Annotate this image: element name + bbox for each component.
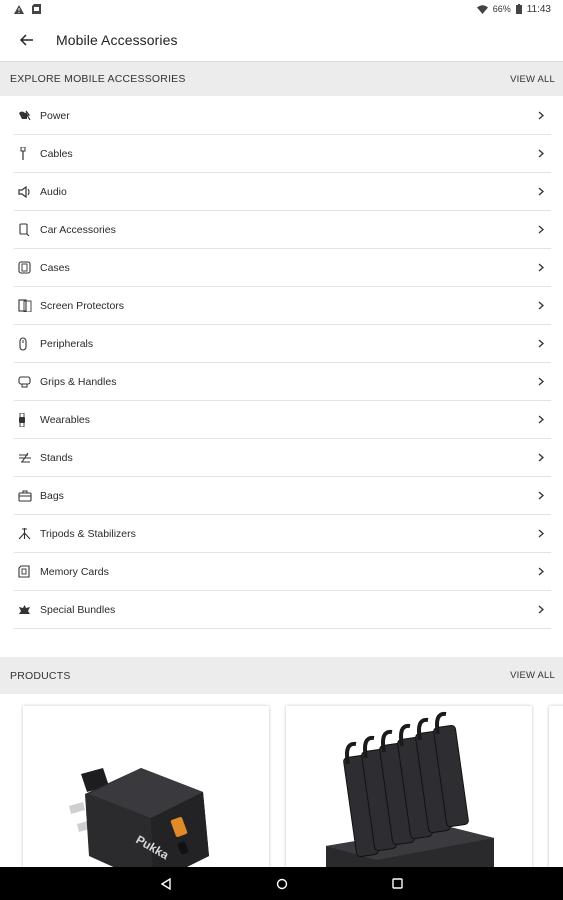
memory-card-icon	[14, 565, 40, 578]
chevron-right-icon	[531, 529, 551, 538]
page-title: Mobile Accessories	[56, 31, 178, 48]
category-label: Power	[40, 109, 70, 122]
nav-recents-button[interactable]	[386, 872, 410, 896]
chevron-right-icon	[531, 605, 551, 614]
products-section-header: PRODUCTS VIEW ALL	[0, 657, 563, 694]
chevron-right-icon	[531, 225, 551, 234]
category-item-special-bundles[interactable]: Special Bundles	[14, 591, 551, 629]
products-view-all-link[interactable]: VIEW ALL	[510, 670, 555, 681]
category-item-bags[interactable]: Bags	[14, 477, 551, 515]
cable-icon	[14, 147, 40, 160]
audio-icon	[14, 185, 40, 198]
category-label: Special Bundles	[40, 603, 116, 616]
nav-back-button[interactable]	[154, 872, 178, 896]
category-label: Bags	[40, 489, 64, 502]
nav-home-button[interactable]	[270, 872, 294, 896]
category-label: Stands	[40, 451, 73, 464]
case-icon	[14, 261, 40, 274]
product-card[interactable]	[286, 706, 532, 868]
power-bank-dock-image	[326, 711, 494, 868]
power-icon	[14, 110, 40, 122]
chevron-right-icon	[531, 377, 551, 386]
chevron-right-icon	[531, 111, 551, 120]
home-nav-icon	[276, 878, 287, 889]
status-system: 66% 11:43	[476, 3, 551, 15]
bundle-icon	[14, 604, 40, 616]
chevron-right-icon	[531, 453, 551, 462]
explore-section-title: EXPLORE MOBILE ACCESSORIES	[10, 73, 186, 85]
clock: 11:43	[526, 3, 551, 15]
category-label: Tripods & Stabilizers	[40, 527, 136, 540]
category-item-wearables[interactable]: Wearables	[14, 401, 551, 439]
category-item-memory-cards[interactable]: Memory Cards	[14, 553, 551, 591]
category-item-cables[interactable]: Cables	[14, 135, 551, 173]
status-notifications	[14, 4, 41, 14]
category-item-tripods-stabilizers[interactable]: Tripods & Stabilizers	[14, 515, 551, 553]
products-section-title: PRODUCTS	[10, 669, 71, 682]
wall-charger-image: Pukka	[69, 768, 209, 868]
category-label: Grips & Handles	[40, 375, 117, 388]
category-label: Screen Protectors	[40, 299, 125, 312]
grip-icon	[14, 375, 40, 388]
category-item-screen-protectors[interactable]: Screen Protectors	[14, 287, 551, 325]
category-item-grips-handles[interactable]: Grips & Handles	[14, 363, 551, 401]
sd-card-icon	[32, 4, 41, 14]
category-label: Memory Cards	[40, 565, 109, 578]
explore-view-all-link[interactable]: VIEW ALL	[510, 74, 555, 85]
screen-protector-icon	[14, 299, 40, 312]
chevron-right-icon	[531, 491, 551, 500]
warning-icon	[14, 4, 24, 14]
wifi-icon	[476, 4, 488, 14]
recents-nav-icon	[392, 878, 403, 889]
chevron-right-icon	[531, 149, 551, 158]
chevron-right-icon	[531, 415, 551, 424]
back-nav-icon	[160, 877, 171, 890]
category-item-car-accessories[interactable]: Car Accessories	[14, 211, 551, 249]
explore-section-header: EXPLORE MOBILE ACCESSORIES VIEW ALL	[0, 62, 563, 96]
app-bar: Mobile Accessories	[0, 18, 563, 62]
category-label: Cables	[40, 147, 73, 160]
peripherals-icon	[14, 336, 40, 351]
wearables-icon	[14, 412, 40, 427]
category-label: Peripherals	[40, 337, 94, 350]
category-item-peripherals[interactable]: Peripherals	[14, 325, 551, 363]
chevron-right-icon	[531, 263, 551, 272]
category-label: Audio	[40, 185, 67, 198]
chevron-right-icon	[531, 567, 551, 576]
product-card-partial[interactable]	[549, 706, 563, 868]
stand-icon	[14, 452, 40, 464]
category-item-stands[interactable]: Stands	[14, 439, 551, 477]
status-bar: 66% 11:43	[0, 0, 563, 18]
system-nav-bar	[0, 867, 563, 900]
category-label: Car Accessories	[40, 223, 116, 236]
product-card[interactable]: Pukka	[23, 706, 269, 868]
category-label: Cases	[40, 261, 70, 274]
products-carousel[interactable]: Pukka	[0, 694, 563, 868]
category-item-audio[interactable]: Audio	[14, 173, 551, 211]
category-item-cases[interactable]: Cases	[14, 249, 551, 287]
back-button[interactable]	[8, 18, 46, 62]
category-item-power[interactable]: Power	[14, 97, 551, 135]
battery-icon	[515, 4, 522, 14]
bag-icon	[14, 490, 40, 502]
tripod-icon	[14, 527, 40, 540]
category-list: Power Cables Audio Car Accessories Cases…	[14, 97, 551, 629]
car-accessories-icon	[14, 223, 40, 236]
category-label: Wearables	[40, 413, 90, 426]
chevron-right-icon	[531, 339, 551, 348]
arrow-back-icon	[20, 33, 33, 46]
chevron-right-icon	[531, 187, 551, 196]
chevron-right-icon	[531, 301, 551, 310]
battery-percent: 66%	[492, 4, 511, 14]
